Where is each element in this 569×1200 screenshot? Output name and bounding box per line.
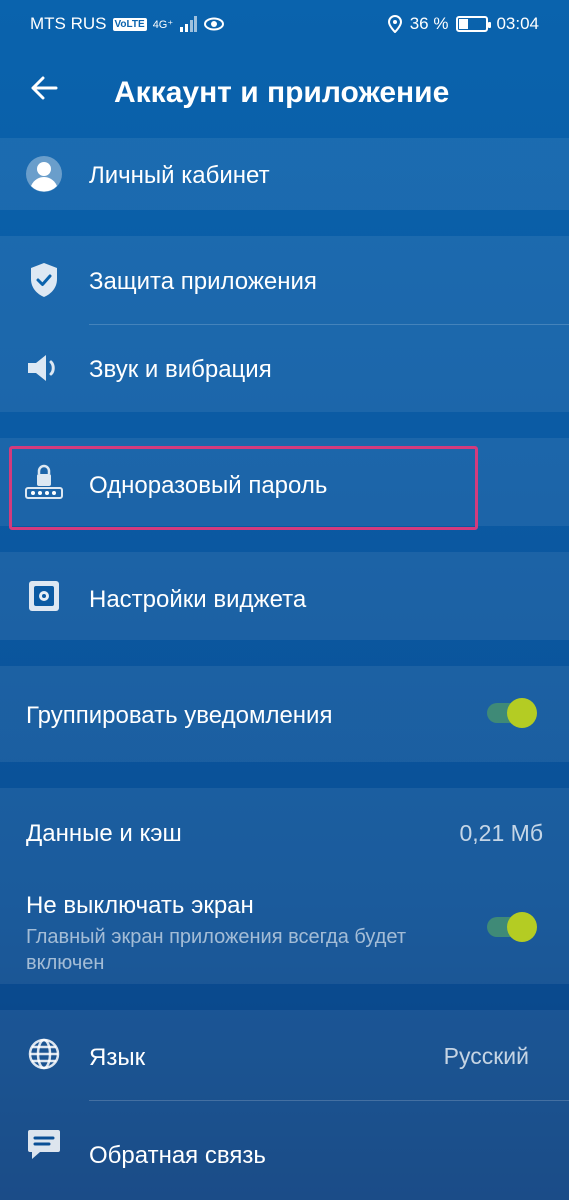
network-type: 4G⁺ <box>152 18 174 31</box>
toggle-knob <box>507 912 537 942</box>
clock: 03:04 <box>496 14 539 33</box>
menu-label: Защита приложения <box>89 268 317 295</box>
setting-label: Не выключать экран <box>26 892 254 919</box>
toggle-knob <box>507 698 537 728</box>
globe-icon <box>24 1034 64 1074</box>
carrier-text: MTS RUS <box>30 14 107 33</box>
data-cache-value: 0,21 Мб <box>459 820 544 846</box>
section-cabinet: Личный кабинет <box>0 138 569 210</box>
language-value: Русский <box>443 1043 529 1069</box>
setting-description: Главный экран приложения всегда будет вк… <box>26 926 407 974</box>
setting-group-notifications[interactable]: Группировать уведомления <box>0 666 569 762</box>
battery-icon <box>456 16 492 32</box>
page-title: Аккаунт и приложение <box>114 76 450 109</box>
app-header: Аккаунт и приложение <box>0 48 569 138</box>
setting-label: Группировать уведомления <box>26 702 333 729</box>
signal-icon <box>180 16 198 32</box>
section-misc: Язык Русский Обратная связь <box>0 1010 569 1200</box>
setting-keep-screen-on[interactable]: Не выключать экран Главный экран приложе… <box>0 874 569 984</box>
status-bar: MTS RUS VoLTE 4G⁺ 36 % 03:04 <box>0 0 569 48</box>
group-notifications-toggle[interactable] <box>487 698 539 728</box>
menu-item-sound-vibration[interactable]: Звук и вибрация <box>0 324 569 412</box>
highlight-frame <box>9 446 478 530</box>
chat-icon <box>24 1124 64 1164</box>
section-widget: Настройки виджета <box>0 552 569 640</box>
menu-item-feedback[interactable]: Обратная связь <box>0 1100 569 1190</box>
menu-label: Настройки виджета <box>89 586 307 613</box>
location-icon <box>387 15 402 33</box>
volte-badge: VoLTE <box>112 17 147 31</box>
menu-label: Звук и вибрация <box>89 356 272 383</box>
battery-percent: 36 % <box>409 14 449 33</box>
setting-data-cache[interactable]: Данные и кэш 0,21 Мб <box>0 788 569 874</box>
widget-settings-icon <box>24 576 64 616</box>
section-security: Защита приложения Звук и вибрация <box>0 236 569 412</box>
section-notifications: Группировать уведомления <box>0 666 569 762</box>
menu-item-personal-cabinet[interactable]: Личный кабинет <box>0 138 569 210</box>
eye-icon <box>204 17 225 31</box>
user-icon <box>24 154 64 194</box>
setting-label: Данные и кэш <box>26 820 182 847</box>
shield-icon <box>24 260 64 300</box>
menu-item-language[interactable]: Язык Русский <box>0 1010 569 1100</box>
menu-label: Личный кабинет <box>89 162 270 189</box>
menu-label: Обратная связь <box>89 1142 266 1169</box>
back-arrow-icon[interactable] <box>30 76 58 100</box>
keep-screen-on-toggle[interactable] <box>487 912 539 942</box>
section-data: Данные и кэш 0,21 Мб Не выключать экран … <box>0 788 569 984</box>
menu-item-app-protection[interactable]: Защита приложения <box>0 236 569 324</box>
menu-label: Язык <box>89 1044 146 1071</box>
menu-item-widget-settings[interactable]: Настройки виджета <box>0 552 569 640</box>
speaker-icon <box>24 348 64 388</box>
